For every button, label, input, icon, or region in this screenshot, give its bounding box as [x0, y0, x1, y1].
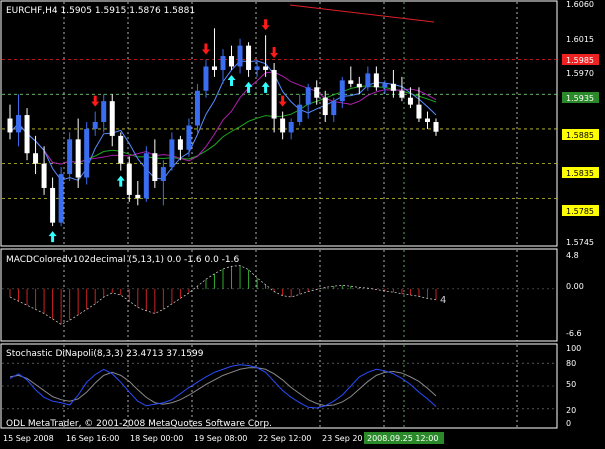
- stoch-tick: 0: [566, 419, 571, 428]
- candle-body: [177, 139, 183, 150]
- arrow-up-icon: [116, 175, 125, 187]
- candle-body: [41, 163, 47, 188]
- symbol-caption: EURCHF,H4 1.5905 1.5915 1.5876 1.5881: [6, 6, 195, 16]
- candle-body: [152, 153, 158, 181]
- candle-body: [280, 118, 286, 133]
- candle-body: [288, 122, 294, 133]
- arrow-up-icon: [227, 74, 236, 86]
- macd-tick: -6.6: [566, 329, 582, 338]
- candle-body: [33, 153, 39, 164]
- time-label: 22 Sep 12:00: [258, 434, 311, 443]
- candle-body: [126, 163, 132, 195]
- stoch-tick: 100: [566, 344, 581, 353]
- candle-body: [339, 80, 345, 102]
- stochastic-caption: Stochastic DiNapoli(8,3,3) 23.4713 37.15…: [6, 349, 204, 359]
- candle-body: [186, 125, 192, 150]
- level-tag: 1.5835: [566, 169, 594, 178]
- candle-body: [194, 90, 200, 126]
- candle-body: [348, 80, 354, 84]
- candle-body: [220, 56, 226, 70]
- arrow-down-icon: [261, 19, 270, 31]
- candle-body: [118, 135, 124, 164]
- arrow-down-icon: [278, 95, 287, 107]
- candle-body: [399, 90, 405, 98]
- macd-caption: MACDColoredv102decimal (5,13,1) 0.0 -1.6…: [6, 255, 239, 265]
- candle-body: [143, 153, 149, 199]
- level-tag: 1.5985: [566, 56, 594, 65]
- candle-body: [314, 87, 320, 98]
- copyright-text: ODL MetaTrader, © 2001-2008 MetaQuotes S…: [6, 419, 272, 429]
- price-panel-frame: [0, 0, 558, 247]
- candle-body: [390, 83, 396, 91]
- time-label: 19 Sep 08:00: [194, 434, 247, 443]
- arrow-up-icon: [261, 81, 270, 93]
- candle-body: [109, 101, 115, 136]
- candle-body: [58, 174, 64, 223]
- candle-body: [356, 83, 362, 88]
- price-tick: 1.5970: [566, 69, 594, 78]
- arrow-down-icon: [270, 47, 279, 58]
- candle-body: [263, 66, 269, 70]
- candle-body: [211, 66, 217, 70]
- candle-body: [424, 118, 430, 122]
- candle-body: [84, 128, 90, 178]
- candle-body: [160, 167, 166, 181]
- macd-tick: 0.00: [566, 282, 584, 291]
- arrow-down-icon: [201, 43, 210, 55]
- candle-body: [331, 101, 337, 116]
- candle-body: [254, 66, 260, 70]
- current-time-tag: 2008.09.25 12:00: [367, 434, 438, 443]
- stochastic-lines: [9, 364, 437, 409]
- time-label: 15 Sep 2008: [3, 434, 54, 443]
- trend-line: [289, 4, 435, 23]
- moving-averages: [9, 4, 437, 181]
- macd-histogram: [9, 265, 437, 325]
- candle-body: [271, 69, 277, 119]
- level-tag: 1.5935: [566, 94, 594, 103]
- candle-body: [322, 97, 328, 116]
- level-tag: 1.5885: [566, 131, 594, 140]
- candle-body: [67, 139, 73, 175]
- candle-body: [365, 73, 371, 88]
- candle-body: [75, 139, 81, 178]
- metatrader-chart: EURCHF,H4 1.5905 1.5915 1.5876 1.5881 MA…: [0, 0, 599, 444]
- candle-body: [101, 101, 107, 122]
- candle-body: [92, 122, 98, 129]
- time-label: 16 Sep 16:00: [66, 434, 119, 443]
- candle-body: [246, 45, 252, 70]
- candle-body: [7, 118, 13, 133]
- candle-body: [237, 45, 243, 67]
- price-tick: 1.5745: [566, 238, 594, 247]
- candle-body: [407, 97, 413, 105]
- arrow-up-icon: [48, 231, 57, 243]
- candle-body: [373, 73, 379, 88]
- candle-body: [229, 56, 235, 67]
- time-label: 23 Sep 20: [322, 434, 363, 443]
- price-tick: 1.6015: [566, 35, 594, 44]
- arrow-down-icon: [91, 95, 100, 107]
- candlestick-series: [7, 28, 439, 227]
- candle-body: [135, 194, 141, 199]
- macd-tick: 4.8: [566, 251, 579, 260]
- candle-body: [416, 104, 422, 119]
- stoch-tick: 20: [566, 406, 576, 415]
- grid-lines: [2, 2, 557, 428]
- candle-body: [433, 122, 439, 132]
- candle-body: [382, 83, 388, 88]
- time-label: 18 Sep 00:00: [130, 434, 183, 443]
- candle-body: [305, 87, 311, 105]
- macd-end-label: 4: [440, 295, 446, 306]
- price-tick: 1.6060: [566, 0, 594, 9]
- candle-body: [16, 115, 22, 133]
- stoch-tick: 50: [566, 380, 576, 389]
- moving-average-line: [9, 85, 437, 165]
- candle-body: [24, 115, 30, 154]
- candle-body: [297, 104, 303, 122]
- stoch-tick: 80: [566, 359, 576, 368]
- candle-body: [169, 139, 175, 168]
- level-tag: 1.5785: [566, 207, 594, 216]
- stoch-main-line: [9, 364, 437, 409]
- candle-body: [50, 187, 56, 223]
- candle-body: [203, 66, 209, 91]
